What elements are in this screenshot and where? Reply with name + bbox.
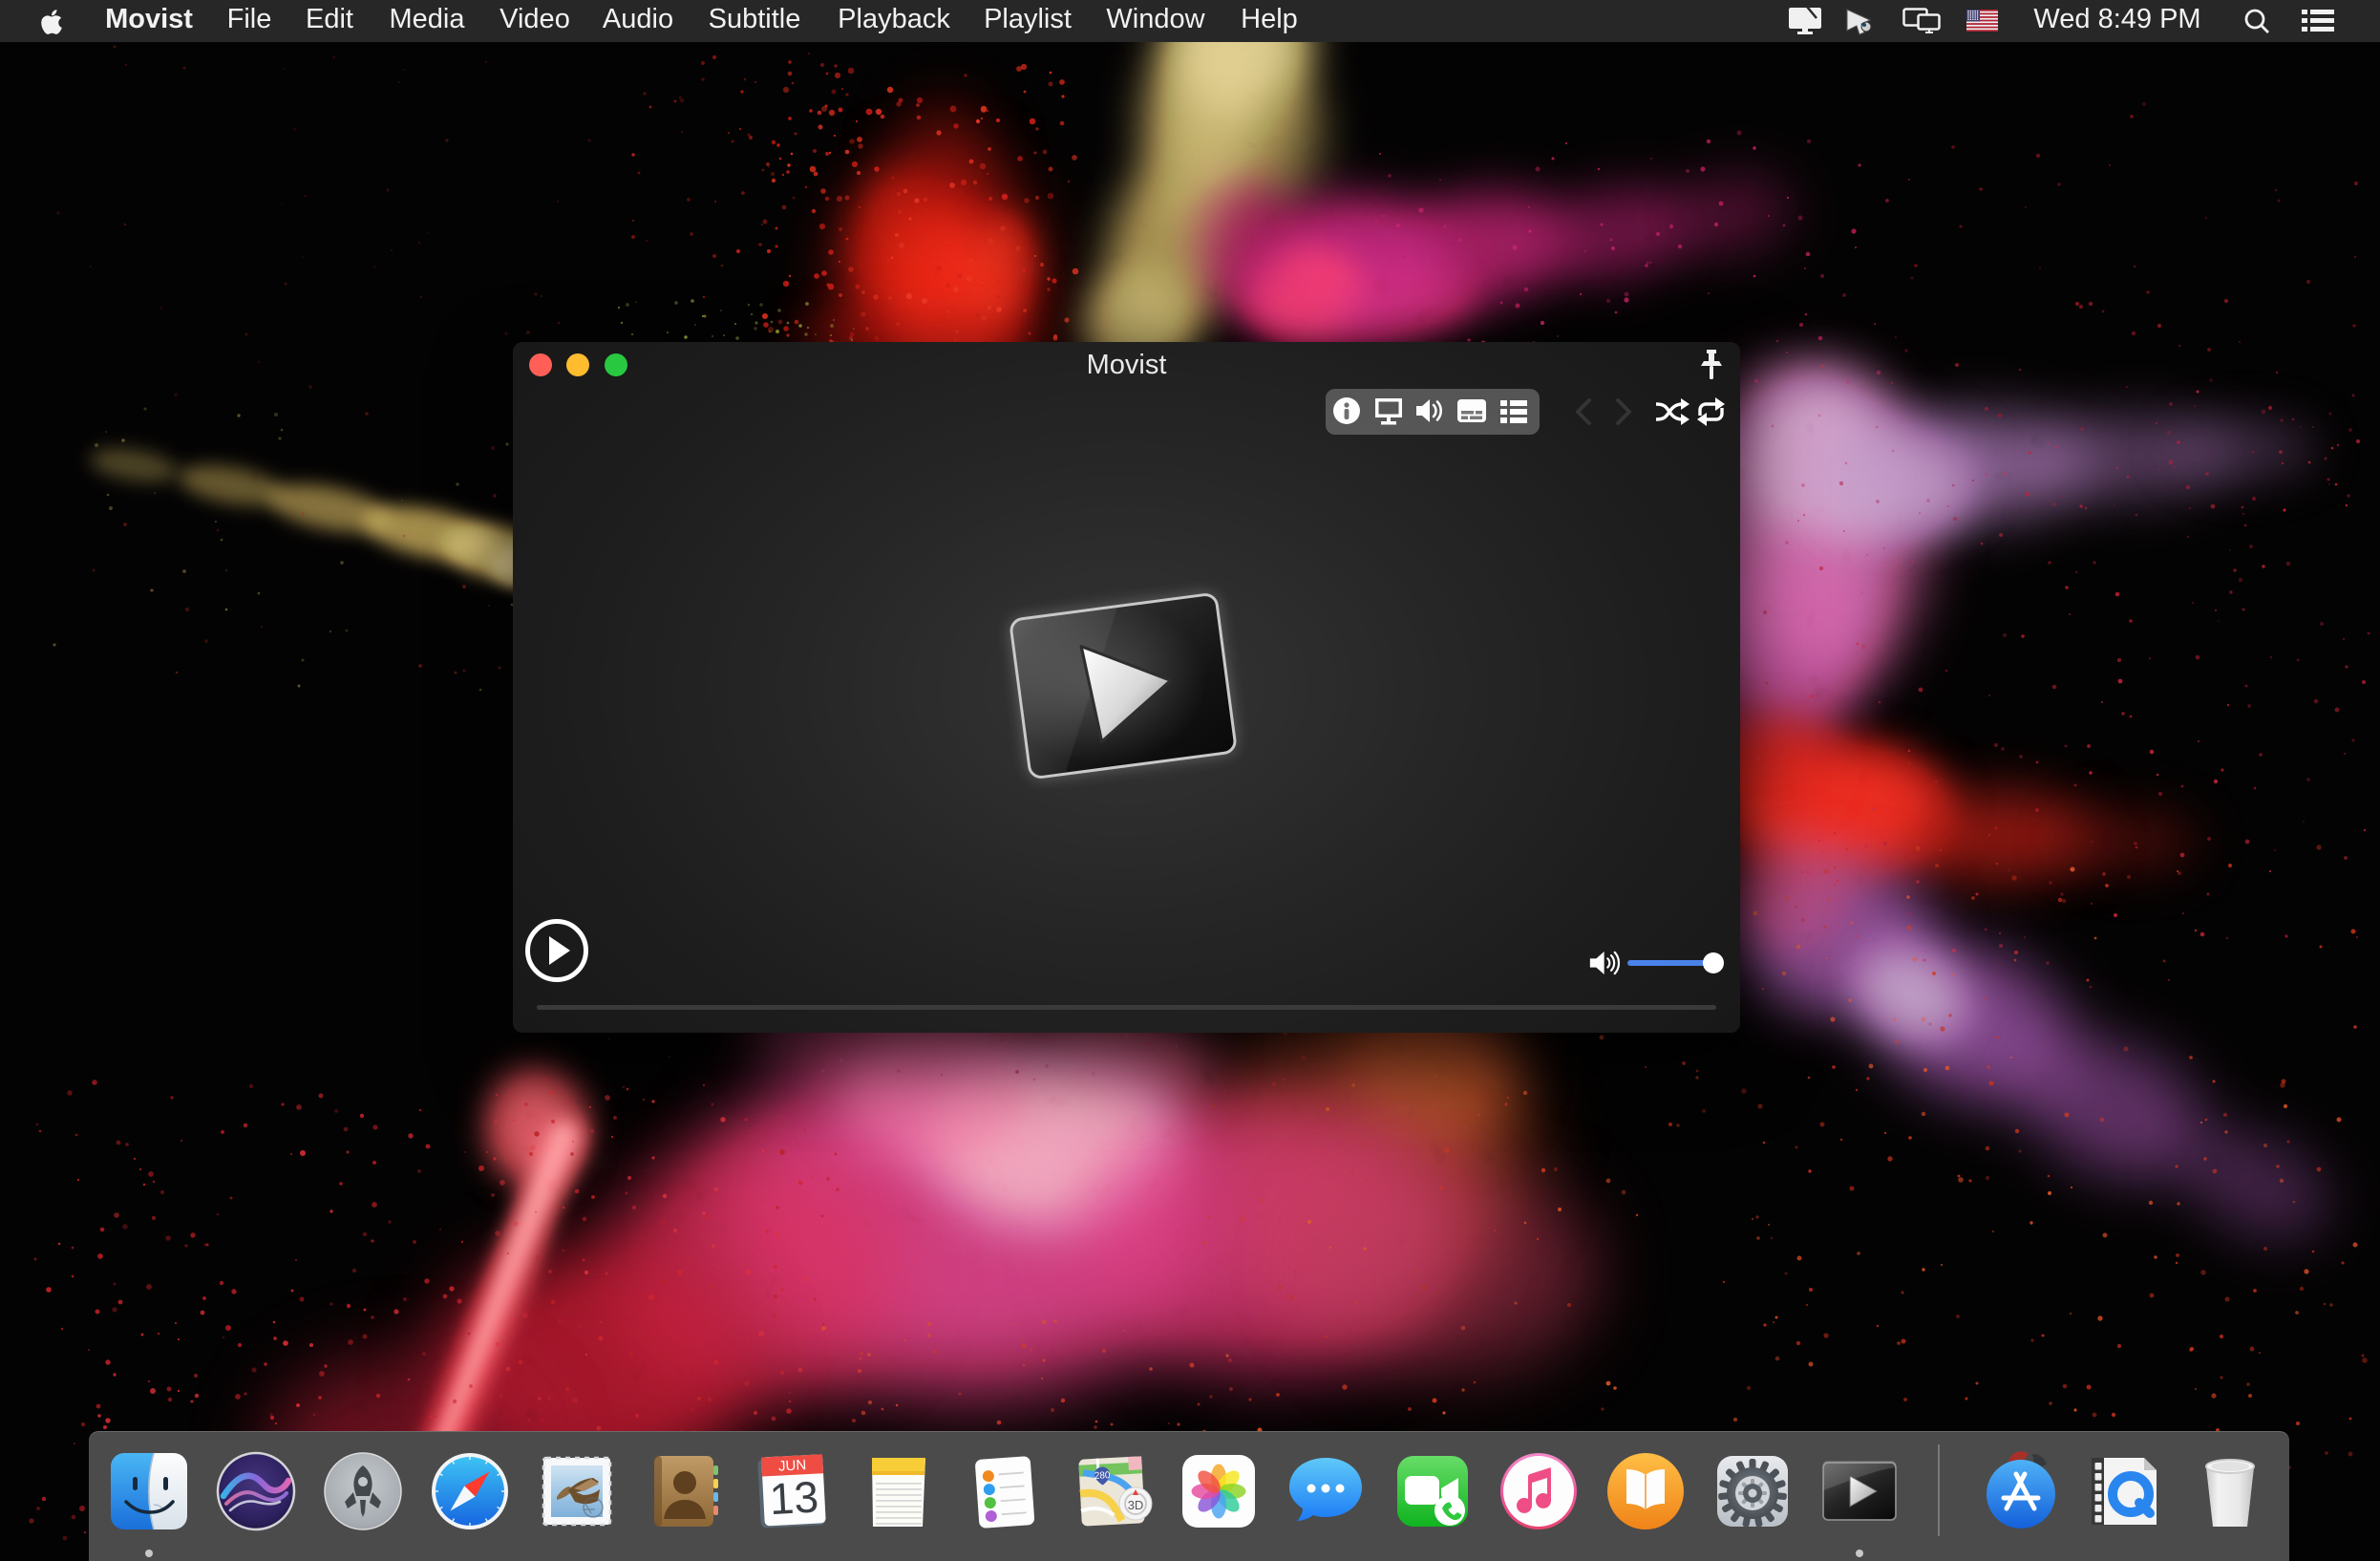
svg-text:280: 280: [1094, 1470, 1112, 1482]
svg-text:13: 13: [768, 1472, 819, 1525]
svg-text:3D: 3D: [1128, 1498, 1144, 1512]
